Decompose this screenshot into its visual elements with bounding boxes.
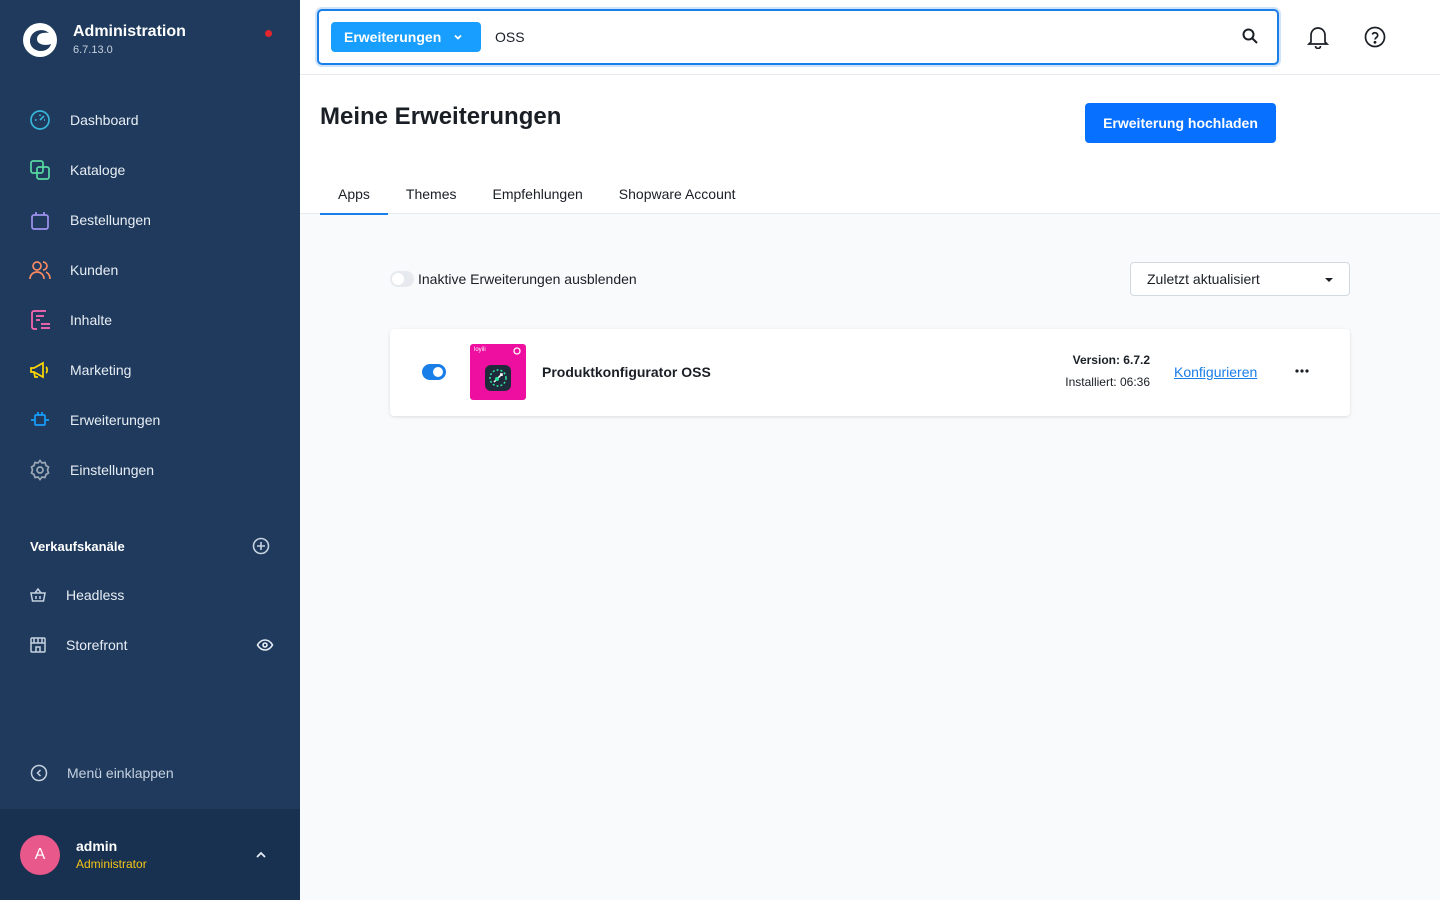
notification-dot <box>265 30 272 37</box>
catalog-icon <box>29 159 51 181</box>
nav-label: Einstellungen <box>70 462 155 478</box>
nav-label: Dashboard <box>70 112 139 128</box>
nav-item-content[interactable]: Inhalte <box>0 295 300 345</box>
collapse-menu-label: Menü einklappen <box>67 765 174 781</box>
nav-item-settings[interactable]: Einstellungen <box>0 445 300 495</box>
add-sales-channel-icon[interactable] <box>252 537 270 555</box>
nav-label: Bestellungen <box>70 212 151 228</box>
hide-inactive-toggle[interactable] <box>390 271 414 287</box>
marketing-icon <box>29 359 51 381</box>
tab-shopware-account[interactable]: Shopware Account <box>601 174 754 214</box>
user-role: Administrator <box>76 857 147 871</box>
orders-icon <box>29 209 51 231</box>
main-nav: Dashboard Kataloge Bestellungen Kunden I… <box>0 95 300 495</box>
nav-item-marketing[interactable]: Marketing <box>0 345 300 395</box>
upload-extension-button[interactable]: Erweiterung hochladen <box>1085 103 1276 143</box>
filter-bar: Inaktive Erweiterungen ausblenden Zuletz… <box>390 262 1350 296</box>
search-type-label: Erweiterungen <box>344 29 442 45</box>
search-type-select[interactable]: Erweiterungen <box>331 22 481 52</box>
extension-installed: Installiert: 06:36 <box>1065 375 1150 389</box>
nav-label: Erweiterungen <box>70 412 161 428</box>
chevron-up-icon[interactable] <box>254 848 268 862</box>
nav-label: Inhalte <box>70 312 113 328</box>
chevron-left-circle-icon <box>30 764 48 782</box>
app-title: Administration <box>73 23 186 40</box>
extension-version: Version: 6.7.2 <box>1072 353 1150 367</box>
avatar: A <box>20 834 60 875</box>
nav-item-dashboard[interactable]: Dashboard <box>0 95 300 145</box>
hide-inactive-label: Inaktive Erweiterungen ausblenden <box>418 271 637 287</box>
search-icon[interactable] <box>1241 27 1259 45</box>
sales-channel-storefront[interactable]: Storefront <box>29 630 274 660</box>
extension-name: Produktkonfigurator OSS <box>542 364 711 380</box>
sales-channel-headless[interactable]: Headless <box>29 580 274 610</box>
tab-themes[interactable]: Themes <box>388 174 475 214</box>
tab-recommendations[interactable]: Empfehlungen <box>475 174 601 214</box>
extensions-icon <box>29 409 51 431</box>
storefront-icon <box>30 637 46 653</box>
user-menu[interactable]: A admin Administrator <box>0 809 300 900</box>
sales-channels-title: Verkaufskanäle <box>30 538 125 554</box>
chevron-down-icon <box>454 34 462 40</box>
settings-icon <box>29 459 51 481</box>
nav-item-orders[interactable]: Bestellungen <box>0 195 300 245</box>
tab-apps[interactable]: Apps <box>320 174 388 215</box>
extension-active-toggle[interactable] <box>422 364 446 380</box>
sales-channel-label: Headless <box>66 587 125 603</box>
shopware-logo-icon <box>23 23 57 57</box>
dashboard-icon <box>29 109 51 131</box>
app-version: 6.7.13.0 <box>73 44 113 56</box>
nav-label: Kataloge <box>70 162 126 178</box>
basket-icon <box>30 587 46 602</box>
chevron-down-icon <box>1325 278 1333 282</box>
more-options-icon[interactable] <box>1293 362 1311 380</box>
brand[interactable]: Administration 6.7.13.0 <box>22 22 186 58</box>
nav-item-catalog[interactable]: Kataloge <box>0 145 300 195</box>
page-title: Meine Erweiterungen <box>320 103 562 130</box>
eye-icon[interactable] <box>256 636 274 654</box>
global-search: Erweiterungen <box>317 9 1279 65</box>
extension-app-icon: loyili <box>470 344 526 400</box>
nav-label: Marketing <box>70 362 132 378</box>
collapse-menu-button[interactable]: Menü einklappen <box>30 764 174 782</box>
tabs: Apps Themes Empfehlungen Shopware Accoun… <box>320 174 754 215</box>
app-icon-graphic <box>485 347 521 391</box>
content-icon <box>29 309 51 331</box>
nav-label: Kunden <box>70 262 119 278</box>
sort-select-value: Zuletzt aktualisiert <box>1147 271 1260 287</box>
sales-channels-header: Verkaufskanäle <box>30 537 270 555</box>
configure-link[interactable]: Konfigurieren <box>1174 364 1257 380</box>
help-icon[interactable] <box>1364 26 1386 48</box>
customers-icon <box>29 259 51 281</box>
search-input[interactable] <box>495 29 1195 45</box>
user-name: admin <box>76 838 118 854</box>
sales-channel-label: Storefront <box>66 637 128 653</box>
page-header: Meine Erweiterungen Erweiterung hochlade… <box>300 75 1440 215</box>
nav-item-extensions[interactable]: Erweiterungen <box>0 395 300 445</box>
topbar: Erweiterungen <box>300 0 1440 75</box>
bell-icon[interactable] <box>1307 25 1329 49</box>
sort-select[interactable]: Zuletzt aktualisiert <box>1130 262 1350 296</box>
extension-card: loyili Produktkonfigurator OSS Version: … <box>390 329 1350 416</box>
sidebar: Administration 6.7.13.0 Dashboard Katalo… <box>0 0 300 900</box>
nav-item-customers[interactable]: Kunden <box>0 245 300 295</box>
extension-meta: Version: 6.7.2 Installiert: 06:36 <box>1065 353 1150 389</box>
